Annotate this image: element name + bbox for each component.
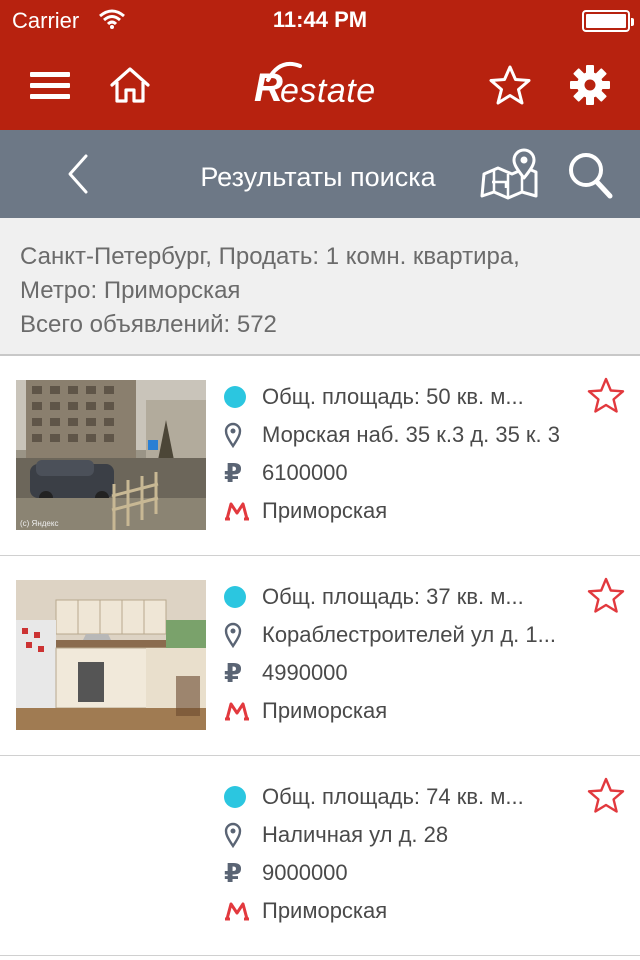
metro-row: Приморская xyxy=(222,492,580,530)
location-pin-icon xyxy=(222,816,262,854)
listing-price: 6100000 xyxy=(262,460,348,485)
search-icon xyxy=(569,153,613,199)
settings-button[interactable] xyxy=(550,40,630,130)
address-row: Наличная ул д. 28 xyxy=(222,816,580,854)
favorite-button[interactable] xyxy=(586,776,626,816)
listing-item[interactable]: (c) Яндекс Общ. площадь: 50 кв. м... Мор… xyxy=(0,356,640,556)
listing-metro: Приморская xyxy=(262,898,388,923)
area-row: Общ. площадь: 50 кв. м... xyxy=(222,378,580,416)
map-button[interactable] xyxy=(478,148,542,200)
listing-details: Общ. площадь: 74 кв. м... Наличная ул д.… xyxy=(222,778,580,930)
summary-filters: Санкт-Петербург, Продать: 1 комн. кварти… xyxy=(20,243,520,270)
status-dot-icon xyxy=(222,578,262,616)
favorite-button[interactable] xyxy=(586,376,626,416)
listing-area: Общ. площадь: 74 кв. м... xyxy=(262,784,524,809)
star-outline-icon xyxy=(587,777,625,813)
price-row: ₽ 9000000 xyxy=(222,854,580,892)
listing-metro: Приморская xyxy=(262,498,388,523)
logo-letter: R xyxy=(254,66,283,110)
ruble-icon: ₽ xyxy=(224,458,243,488)
metro-icon xyxy=(222,692,262,730)
home-icon xyxy=(110,67,150,103)
status-dot-icon xyxy=(222,778,262,816)
app-header: Carrier 11:44 PM R estate xyxy=(0,0,640,130)
location-pin-icon xyxy=(222,416,262,454)
listing-list: (c) Яндекс Общ. площадь: 50 кв. м... Мор… xyxy=(0,356,640,956)
search-button[interactable] xyxy=(566,150,614,200)
gear-icon xyxy=(570,65,610,105)
hamburger-icon xyxy=(30,66,70,105)
star-outline-icon xyxy=(587,577,625,613)
metro-icon xyxy=(222,892,262,930)
address-row: Кораблестроителей ул д. 1... xyxy=(222,616,580,654)
summary-total: Всего объявлений: 572 xyxy=(20,311,277,338)
area-row: Общ. площадь: 74 кв. м... xyxy=(222,778,580,816)
listing-details: Общ. площадь: 50 кв. м... Морская наб. 3… xyxy=(222,378,580,530)
star-outline-icon xyxy=(587,377,625,413)
menu-button[interactable] xyxy=(10,40,90,130)
page-title: Результаты поиска xyxy=(200,162,436,192)
price-row: ₽ 6100000 xyxy=(222,454,580,492)
clock: 11:44 PM xyxy=(272,7,368,32)
status-bar: Carrier 11:44 PM xyxy=(0,0,640,40)
home-button[interactable] xyxy=(90,40,170,130)
listing-metro: Приморская xyxy=(262,698,388,723)
logo-text: estate xyxy=(280,72,376,110)
area-row: Общ. площадь: 37 кв. м... xyxy=(222,578,580,616)
listing-area: Общ. площадь: 50 кв. м... xyxy=(262,384,524,409)
listing-area: Общ. площадь: 37 кв. м... xyxy=(262,584,524,609)
search-summary: Санкт-Петербург, Продать: 1 комн. кварти… xyxy=(0,218,640,356)
star-icon xyxy=(489,65,531,105)
metro-icon xyxy=(222,492,262,530)
listing-photo xyxy=(16,580,206,730)
favorites-button[interactable] xyxy=(470,40,550,130)
metro-row: Приморская xyxy=(222,892,580,930)
listing-photo-empty xyxy=(16,780,206,930)
kitchen-photo xyxy=(16,580,206,730)
listing-address: Кораблестроителей ул д. 1... xyxy=(262,622,556,647)
listing-photo: (c) Яндекс xyxy=(16,380,206,530)
location-pin-icon xyxy=(222,616,262,654)
summary-metro: Метро: Приморская xyxy=(20,277,241,304)
app-logo: R estate xyxy=(250,61,390,112)
favorite-button[interactable] xyxy=(586,576,626,616)
navigation-bar: Результаты поиска xyxy=(0,130,640,218)
map-pin-icon xyxy=(480,148,538,200)
status-dot-icon xyxy=(222,378,262,416)
metro-row: Приморская xyxy=(222,692,580,730)
listing-price: 9000000 xyxy=(262,860,348,885)
listing-item[interactable]: Общ. площадь: 74 кв. м... Наличная ул д.… xyxy=(0,756,640,956)
listing-details: Общ. площадь: 37 кв. м... Кораблестроите… xyxy=(222,578,580,730)
photo-watermark: (c) Яндекс xyxy=(20,519,59,528)
ruble-icon: ₽ xyxy=(224,658,243,688)
app-bar: R estate xyxy=(0,40,640,130)
listing-item[interactable]: Общ. площадь: 37 кв. м... Кораблестроите… xyxy=(0,556,640,756)
listing-address: Морская наб. 35 к.3 д. 35 к. 3 xyxy=(262,422,561,447)
ruble-icon: ₽ xyxy=(224,858,243,888)
street-photo xyxy=(16,380,206,530)
price-row: ₽ 4990000 xyxy=(222,654,580,692)
listing-price: 4990000 xyxy=(262,660,348,685)
address-row: Морская наб. 35 к.3 д. 35 к. 3 xyxy=(222,416,580,454)
battery-icon xyxy=(582,10,634,32)
listing-address: Наличная ул д. 28 xyxy=(262,822,449,847)
